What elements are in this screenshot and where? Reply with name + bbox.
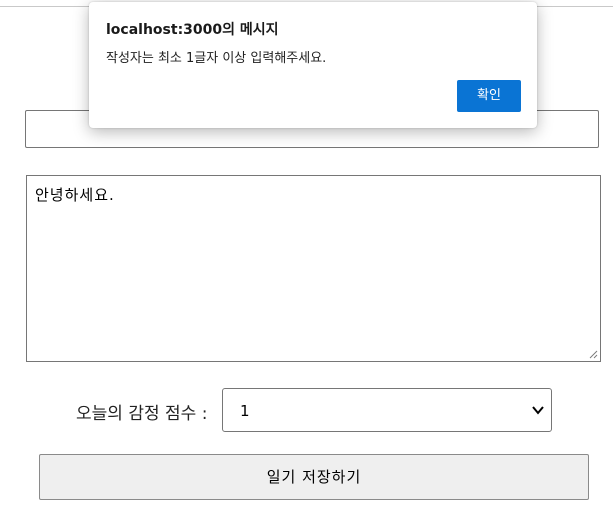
chevron-down-icon bbox=[532, 406, 544, 415]
emotion-row: 오늘의 감정 점수 : 1 bbox=[0, 388, 613, 432]
content-text: 안녕하세요. bbox=[35, 186, 115, 204]
content-textarea[interactable]: 안녕하세요. bbox=[26, 175, 601, 362]
dialog-title: localhost:3000의 메시지 bbox=[106, 22, 279, 38]
emotion-selected-value: 1 bbox=[240, 402, 250, 420]
emotion-select[interactable]: 1 bbox=[222, 388, 552, 432]
resize-grip-icon[interactable] bbox=[589, 350, 598, 359]
emotion-label: 오늘의 감정 점수 : bbox=[76, 404, 208, 424]
save-diary-button[interactable]: 일기 저장하기 bbox=[39, 454, 589, 500]
page: 안녕하세요. 오늘의 감정 점수 : 1 일기 저장하기 localhost:3… bbox=[0, 0, 613, 512]
alert-dialog: localhost:3000의 메시지 작성자는 최소 1글자 이상 입력해주세… bbox=[89, 2, 537, 128]
dialog-ok-button[interactable]: 확인 bbox=[457, 80, 521, 112]
dialog-message: 작성자는 최소 1글자 이상 입력해주세요. bbox=[106, 51, 327, 66]
